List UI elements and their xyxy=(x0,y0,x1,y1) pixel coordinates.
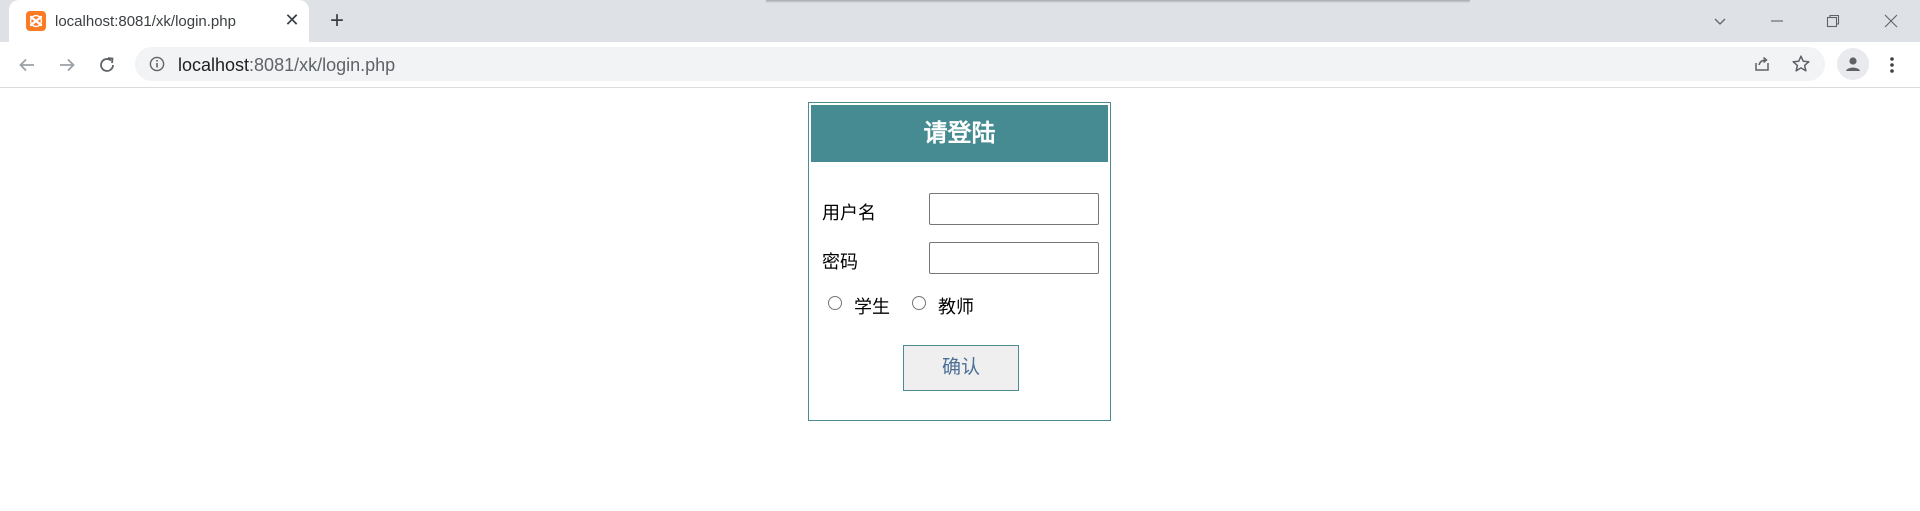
info-icon[interactable] xyxy=(149,56,165,72)
tab-search-button[interactable] xyxy=(1705,6,1735,36)
forward-button[interactable] xyxy=(52,50,82,80)
login-title: 请登陆 xyxy=(811,105,1108,162)
minimize-icon xyxy=(1771,20,1783,22)
close-window-button[interactable] xyxy=(1876,6,1906,36)
tab-title: localhost:8081/xk/login.php xyxy=(55,13,236,30)
star-icon[interactable] xyxy=(1790,53,1812,75)
browser-menu-button[interactable] xyxy=(1880,50,1904,80)
minimize-button[interactable] xyxy=(1762,6,1792,36)
back-button[interactable] xyxy=(12,50,42,80)
url-text[interactable]: localhost:8081/xk/login.php xyxy=(178,55,395,76)
kebab-menu-icon xyxy=(1890,57,1894,73)
url-path: :8081/xk/login.php xyxy=(249,55,396,75)
teacher-radio[interactable] xyxy=(912,296,926,310)
username-label: 用户名 xyxy=(822,203,876,223)
forward-arrow-icon xyxy=(60,58,75,72)
profile-icon xyxy=(1846,57,1860,71)
xampp-icon xyxy=(26,11,46,31)
share-icon[interactable] xyxy=(1751,53,1773,75)
address-bar[interactable]: localhost:8081/xk/login.php xyxy=(135,47,1825,81)
restore-icon xyxy=(1826,14,1840,28)
back-arrow-icon xyxy=(19,58,34,72)
username-input[interactable] xyxy=(929,193,1099,225)
profile-button[interactable] xyxy=(1837,48,1869,80)
reload-button[interactable] xyxy=(92,50,122,80)
url-host: localhost xyxy=(178,55,250,75)
reload-icon xyxy=(100,57,114,72)
tab-close-button[interactable]: ✕ xyxy=(281,9,303,31)
password-label: 密码 xyxy=(822,252,858,272)
browser-tab[interactable]: localhost:8081/xk/login.php ✕ xyxy=(9,0,309,42)
browser-toolbar: localhost:8081/xk/login.php xyxy=(0,42,1920,88)
overlay-shadow xyxy=(766,0,1470,3)
close-icon xyxy=(1884,14,1898,28)
login-panel: 请登陆 用户名 密码 学生 教师 确认 xyxy=(808,102,1111,421)
student-radio-label[interactable]: 学生 xyxy=(854,293,890,319)
chevron-down-icon xyxy=(1714,18,1726,25)
teacher-radio-label[interactable]: 教师 xyxy=(938,293,974,319)
submit-button[interactable]: 确认 xyxy=(903,345,1019,391)
password-input[interactable] xyxy=(929,242,1099,274)
tab-strip: localhost:8081/xk/login.php ✕ + xyxy=(0,0,1920,42)
restore-button[interactable] xyxy=(1818,6,1848,36)
student-radio[interactable] xyxy=(828,296,842,310)
new-tab-button[interactable]: + xyxy=(323,8,351,36)
